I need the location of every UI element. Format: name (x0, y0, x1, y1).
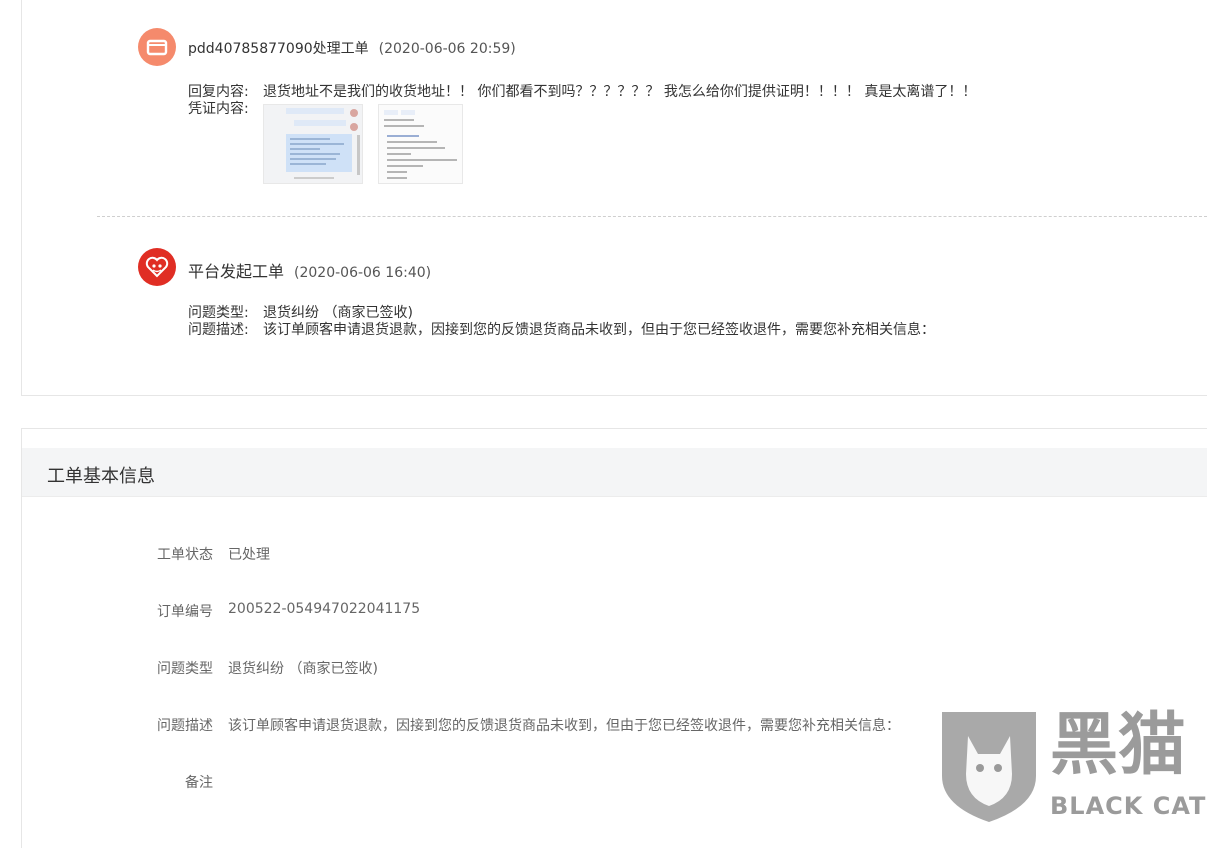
entry-divider (97, 216, 1207, 217)
order-number-label: 订单编号 (157, 604, 213, 620)
entry-time: (2020-06-06 20:59) (378, 41, 516, 57)
entry-author: pdd40785877090处理工单 (188, 41, 369, 57)
black-cat-watermark: 黑猫 BLACK CAT (938, 706, 1207, 824)
document-screenshot-thumbnail (379, 105, 462, 183)
entry-header: pdd40785877090处理工单 (2020-06-06 20:59) (188, 38, 516, 58)
section-header: 工单基本信息 (22, 448, 1207, 497)
issue-desc-value: 该订单顾客申请退货退款，因接到您的反馈退货商品未收到，但由于您已经签收退件，需要… (228, 718, 900, 734)
remark-label: 备注 (185, 775, 213, 791)
issue-type-value: 退货纠纷 （商家已签收) (263, 305, 413, 321)
entry-header: 平台发起工单 (2020-06-06 16:40) (188, 258, 431, 282)
watermark-cn: 黑猫 (1050, 706, 1187, 785)
evidence-row: 凭证内容: (188, 101, 263, 118)
reply-row: 回复内容: 退货地址不是我们的收货地址！！ 你们都看不到吗？？？？？？ 我怎么给你… (188, 84, 976, 101)
issue-desc-value: 该订单顾客申请退货退款，因接到您的反馈退货商品未收到，但由于您已经签收退件，需要… (263, 322, 935, 338)
issue-type-label: 问题类型 (157, 661, 213, 677)
status-label: 工单状态 (157, 547, 213, 563)
order-number-value: 200522-054947022041175 (228, 601, 421, 617)
status-value: 已处理 (228, 547, 270, 563)
reply-text: 退货地址不是我们的收货地址！！ 你们都看不到吗？？？？？？ 我怎么给你们提供证明… (263, 84, 977, 100)
platform-avatar (138, 248, 176, 286)
reply-label: 回复内容: (188, 84, 249, 100)
evidence-image-1[interactable] (263, 104, 363, 184)
section-title: 工单基本信息 (47, 466, 155, 487)
issue-desc-label: 问题描述: (188, 322, 249, 338)
issue-desc-row: 问题描述: 该订单顾客申请退货退款，因接到您的反馈退货商品未收到，但由于您已经签收… (188, 322, 935, 339)
issue-type-label: 问题类型: (188, 305, 249, 321)
store-icon (146, 39, 168, 56)
store-avatar (138, 28, 176, 66)
evidence-image-2[interactable] (378, 104, 463, 184)
watermark-en: BLACK CAT (1050, 792, 1207, 820)
issue-type-row: 问题类型: 退货纠纷 （商家已签收) (188, 305, 413, 322)
issue-desc-label: 问题描述 (157, 718, 213, 734)
platform-logo-icon (145, 256, 169, 278)
entry-time: (2020-06-06 16:40) (294, 265, 432, 281)
evidence-label: 凭证内容: (188, 101, 249, 117)
issue-type-value: 退货纠纷 （商家已签收) (228, 661, 378, 677)
entry-author: 平台发起工单 (188, 262, 285, 281)
chat-screenshot-thumbnail (264, 105, 362, 183)
